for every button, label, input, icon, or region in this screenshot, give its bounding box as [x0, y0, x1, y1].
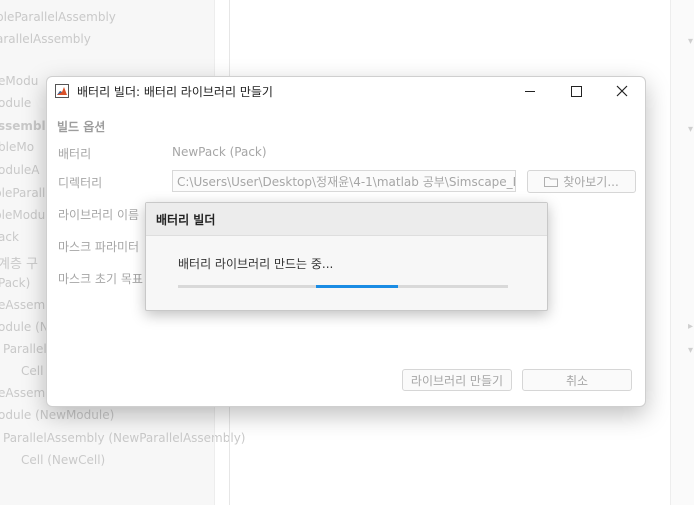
dialog-titlebar[interactable]: 배터리 빌더: 배터리 라이브러리 만들기	[47, 77, 645, 105]
tree-node[interactable]: Pack)	[0, 276, 30, 290]
progress-indicator	[316, 285, 398, 288]
tree-node[interactable]: arallelAssembly	[0, 32, 91, 46]
library-name-label: 라이브러리 이름	[58, 208, 140, 222]
tree-node[interactable]: eAssem	[0, 386, 45, 400]
tree-node[interactable]: ssembl	[0, 119, 46, 133]
directory-label: 디렉터리	[58, 176, 103, 190]
tree-node[interactable]: Cell (NewCell)	[21, 453, 105, 467]
progress-bar	[178, 285, 508, 288]
tree-node[interactable]: 계층 구	[0, 253, 38, 272]
tree-node[interactable]: oduleA	[0, 163, 40, 177]
tree-node[interactable]: bleMo	[0, 140, 34, 154]
section-title: 빌드 옵션	[57, 120, 106, 134]
battery-value: NewPack (Pack)	[172, 145, 267, 159]
cancel-button[interactable]: 취소	[522, 369, 632, 391]
battery-label: 배터리	[58, 147, 92, 161]
tree-node[interactable]: ack	[0, 230, 19, 244]
dialog-title: 배터리 빌더: 배터리 라이브러리 만들기	[77, 85, 273, 99]
right-collapsed-panel: ▾ ▾ ▸ ▾	[670, 0, 694, 505]
tree-node[interactable]: eAssem	[0, 298, 45, 312]
progress-header: 배터리 빌더	[146, 203, 547, 236]
chevron-down-icon[interactable]: ▾	[688, 36, 693, 47]
tree-node[interactable]: odule	[0, 96, 31, 110]
create-library-button[interactable]: 라이브러리 만들기	[402, 369, 512, 391]
browse-button[interactable]: 찾아보기...	[527, 170, 636, 193]
folder-icon	[544, 177, 559, 187]
tree-node[interactable]: Cell	[21, 364, 43, 378]
tree-node[interactable]: ParallelAssembly (NewParallelAssembly)	[3, 431, 245, 445]
close-icon	[616, 85, 628, 97]
tree-node[interactable]: bleParallelAssembly	[0, 10, 116, 24]
tree-node[interactable]: odule (NewModule)	[0, 408, 114, 422]
matlab-logo-icon	[55, 84, 69, 98]
progress-message: 배터리 라이브러리 만드는 중...	[178, 257, 334, 271]
minimize-icon	[525, 90, 535, 92]
progress-title: 배터리 빌더	[156, 213, 216, 227]
directory-field[interactable]: C:\Users\User\Desktop\정재윤\4-1\matlab 공부\…	[172, 170, 516, 192]
browse-label: 찾아보기...	[563, 175, 619, 189]
close-button[interactable]	[599, 77, 645, 105]
chevron-right-icon[interactable]: ▸	[688, 321, 693, 332]
chevron-down-icon[interactable]: ▾	[688, 345, 693, 356]
chevron-down-icon[interactable]: ▾	[688, 124, 693, 135]
mask-parameter-label: 마스크 파라미터	[58, 240, 140, 254]
mask-initial-label: 마스크 초기 목표	[58, 272, 143, 286]
progress-dialog: 배터리 빌더 배터리 라이브러리 만드는 중...	[145, 202, 548, 311]
maximize-icon	[570, 85, 582, 97]
minimize-button[interactable]	[507, 77, 553, 105]
maximize-button[interactable]	[553, 77, 599, 105]
tree-node[interactable]: eModu	[0, 74, 38, 88]
